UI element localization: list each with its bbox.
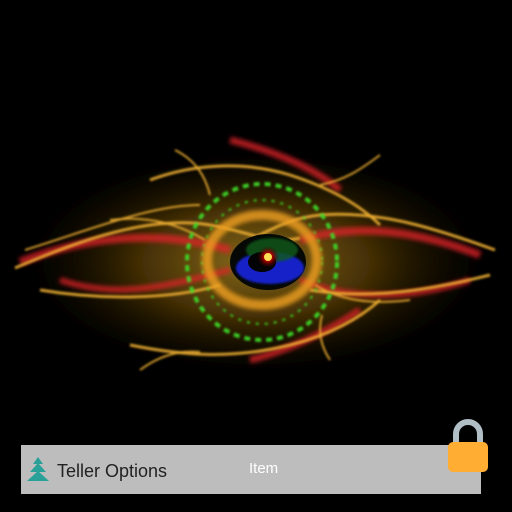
bottom-bar: Teller Options Item xyxy=(21,445,481,494)
padlock-icon[interactable] xyxy=(446,418,490,474)
brand-name: Teller Options xyxy=(57,461,168,481)
stacked-layers-icon xyxy=(27,457,49,481)
screen: Teller Options Item xyxy=(0,0,512,512)
item-label[interactable]: Item xyxy=(249,460,278,477)
fractal-artwork xyxy=(6,136,506,382)
